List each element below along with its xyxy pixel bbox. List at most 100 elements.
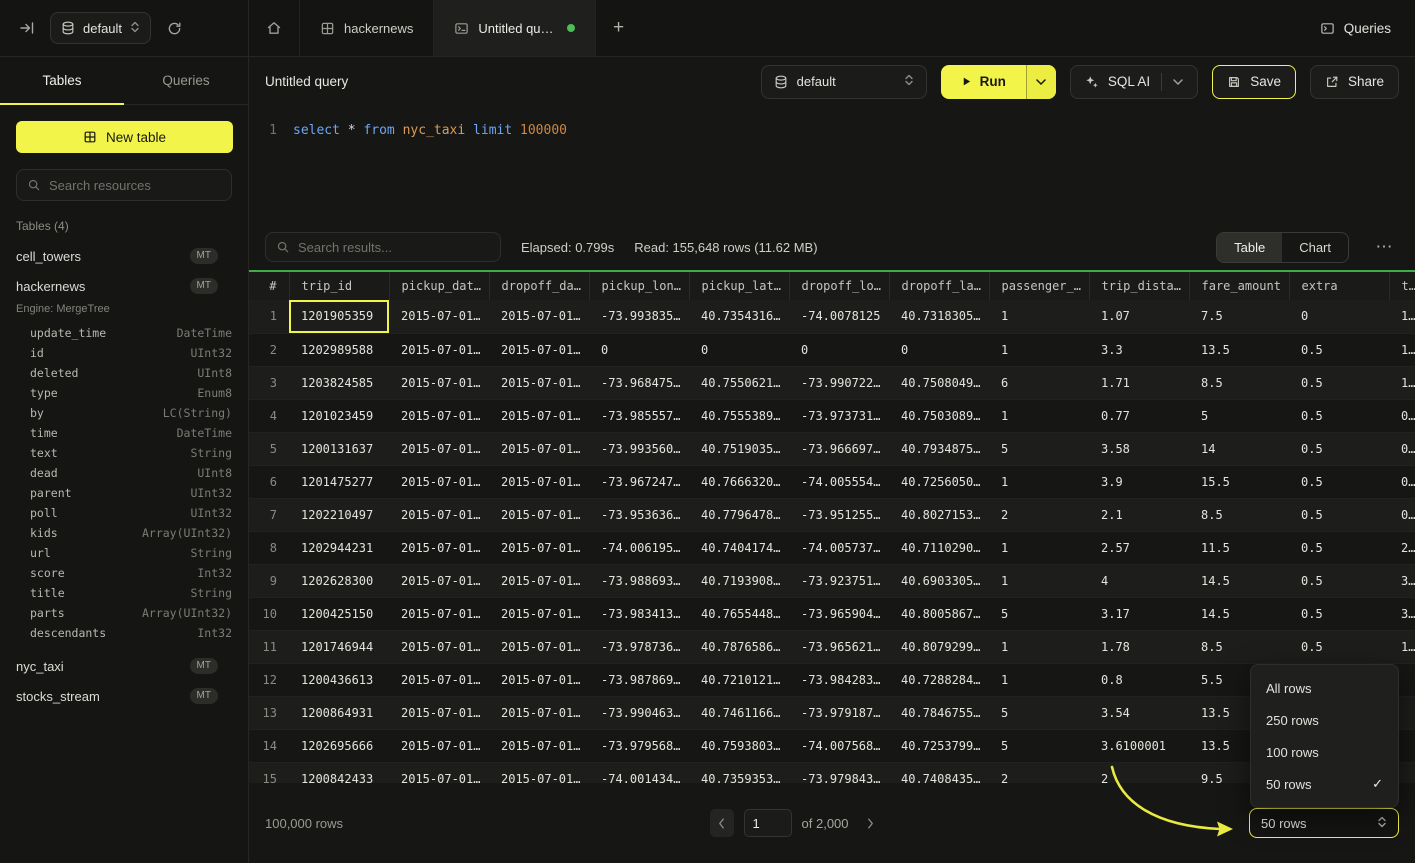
data-cell[interactable]: 3.17 <box>1089 597 1189 630</box>
data-cell[interactable]: 1201023459 <box>289 399 389 432</box>
data-cell[interactable]: 40.7503089… <box>889 399 989 432</box>
column-header-t[interactable]: t… <box>1389 272 1415 300</box>
data-cell[interactable]: 1… <box>1389 300 1415 333</box>
data-cell[interactable]: 2015-07-01… <box>489 663 589 696</box>
data-cell[interactable]: 2015-07-01… <box>389 762 489 783</box>
data-cell[interactable]: 2015-07-01… <box>389 498 489 531</box>
data-cell[interactable]: 40.7550621… <box>689 366 789 399</box>
sidebar-item-nyc-taxi[interactable]: nyc_taxi MT <box>0 651 248 681</box>
data-cell[interactable]: 40.7796478… <box>689 498 789 531</box>
data-cell[interactable]: -73.965621… <box>789 630 889 663</box>
data-cell[interactable]: 2015-07-01… <box>489 366 589 399</box>
data-cell[interactable]: 1200436613 <box>289 663 389 696</box>
row-number-cell[interactable]: 11 <box>249 630 289 663</box>
data-cell[interactable]: -73.965904… <box>789 597 889 630</box>
data-cell[interactable]: -73.967247… <box>589 465 689 498</box>
run-button[interactable]: Run <box>941 65 1056 99</box>
row-number-cell[interactable]: 4 <box>249 399 289 432</box>
column-header-dropoff_da[interactable]: dropoff_da… <box>489 272 589 300</box>
data-cell[interactable]: -73.983413… <box>589 597 689 630</box>
queries-button[interactable]: Queries <box>1296 0 1415 56</box>
refresh-button[interactable] <box>161 15 187 41</box>
data-cell[interactable]: 5 <box>989 597 1089 630</box>
data-cell[interactable]: 3… <box>1389 597 1415 630</box>
data-cell[interactable]: 2.57 <box>1089 531 1189 564</box>
data-cell[interactable]: 40.8079299… <box>889 630 989 663</box>
data-cell[interactable]: 1201475277 <box>289 465 389 498</box>
data-cell[interactable]: -74.006195… <box>589 531 689 564</box>
data-cell[interactable]: 2015-07-01… <box>389 399 489 432</box>
data-cell[interactable]: 1203824585 <box>289 366 389 399</box>
data-cell[interactable]: -73.979568… <box>589 729 689 762</box>
column-header-fare_amount[interactable]: fare_amount <box>1189 272 1289 300</box>
data-cell[interactable]: 11.5 <box>1189 531 1289 564</box>
data-cell[interactable]: 0… <box>1389 432 1415 465</box>
data-cell[interactable]: 2015-07-01… <box>389 333 489 366</box>
data-cell[interactable]: -73.951255… <box>789 498 889 531</box>
data-cell[interactable]: 40.6903305… <box>889 564 989 597</box>
data-cell[interactable]: 3.54 <box>1089 696 1189 729</box>
data-cell[interactable]: 1200131637 <box>289 432 389 465</box>
data-cell[interactable]: 40.7318305… <box>889 300 989 333</box>
previous-page-button[interactable] <box>710 809 734 837</box>
data-cell[interactable]: 3… <box>1389 564 1415 597</box>
data-cell[interactable]: 2015-07-01… <box>489 696 589 729</box>
sidebar-item-hackernews[interactable]: hackernews MT <box>0 271 248 301</box>
row-number-cell[interactable]: 3 <box>249 366 289 399</box>
data-cell[interactable]: 2015-07-01… <box>389 663 489 696</box>
data-cell[interactable]: 2015-07-01… <box>389 597 489 630</box>
data-cell[interactable]: 1 <box>989 399 1089 432</box>
data-cell[interactable]: 0.5 <box>1289 399 1389 432</box>
data-cell[interactable]: 2015-07-01… <box>389 465 489 498</box>
data-cell[interactable]: 8.5 <box>1189 630 1289 663</box>
share-button[interactable]: Share <box>1310 65 1399 99</box>
data-cell[interactable]: 5 <box>989 729 1089 762</box>
data-cell[interactable]: 40.7253799… <box>889 729 989 762</box>
view-chart-button[interactable]: Chart <box>1282 233 1348 262</box>
row-number-cell[interactable]: 10 <box>249 597 289 630</box>
data-cell[interactable]: 1.78 <box>1089 630 1189 663</box>
data-cell[interactable]: 0.5 <box>1289 630 1389 663</box>
data-cell[interactable]: 40.8027153… <box>889 498 989 531</box>
column-header-rownum[interactable]: # <box>249 272 289 300</box>
data-cell[interactable]: -73.953636… <box>589 498 689 531</box>
tab-hackernews[interactable]: hackernews <box>300 0 434 56</box>
results-search-input[interactable] <box>298 240 490 255</box>
data-cell[interactable]: 0.5 <box>1289 498 1389 531</box>
row-number-cell[interactable]: 14 <box>249 729 289 762</box>
row-number-cell[interactable]: 9 <box>249 564 289 597</box>
rows-menu-item[interactable]: 250 rows <box>1251 704 1398 736</box>
data-cell[interactable]: 2015-07-01… <box>389 564 489 597</box>
column-header-dropoff_lo[interactable]: dropoff_lo… <box>789 272 889 300</box>
data-cell[interactable]: 1202210497 <box>289 498 389 531</box>
rows-menu-item[interactable]: 50 rows✓ <box>1251 768 1398 800</box>
column-header-extra[interactable]: extra <box>1289 272 1389 300</box>
data-cell[interactable]: 2015-07-01… <box>489 399 589 432</box>
data-cell[interactable]: 5 <box>989 432 1089 465</box>
data-cell[interactable]: 40.7359353… <box>689 762 789 783</box>
data-cell[interactable]: 0… <box>1389 399 1415 432</box>
data-cell[interactable]: 40.7593803… <box>689 729 789 762</box>
data-cell[interactable]: 1 <box>989 333 1089 366</box>
new-table-button[interactable]: New table <box>16 121 233 153</box>
data-cell[interactable]: -73.978736… <box>589 630 689 663</box>
data-cell[interactable]: 0.5 <box>1289 597 1389 630</box>
data-cell[interactable]: 0 <box>889 333 989 366</box>
data-cell[interactable]: 2015-07-01… <box>489 597 589 630</box>
new-tab-button[interactable]: + <box>596 0 642 56</box>
data-cell[interactable]: 2015-07-01… <box>489 762 589 783</box>
data-cell[interactable]: 40.7354316… <box>689 300 789 333</box>
data-cell[interactable]: 1 <box>989 531 1089 564</box>
data-cell[interactable]: 14 <box>1189 432 1289 465</box>
data-cell[interactable]: -73.987869… <box>589 663 689 696</box>
data-cell[interactable]: 3.58 <box>1089 432 1189 465</box>
data-cell[interactable]: 2015-07-01… <box>389 729 489 762</box>
data-cell[interactable]: 2015-07-01… <box>489 498 589 531</box>
data-cell[interactable]: -74.001434… <box>589 762 689 783</box>
data-cell[interactable]: 14.5 <box>1189 564 1289 597</box>
sql-editor[interactable]: 1 select * from nyc_taxi limit 100000 <box>249 106 1415 224</box>
data-cell[interactable]: -73.966697… <box>789 432 889 465</box>
column-header-pickup_dat[interactable]: pickup_dat… <box>389 272 489 300</box>
data-cell[interactable]: 0.8 <box>1089 663 1189 696</box>
data-cell[interactable]: 40.8005867… <box>889 597 989 630</box>
